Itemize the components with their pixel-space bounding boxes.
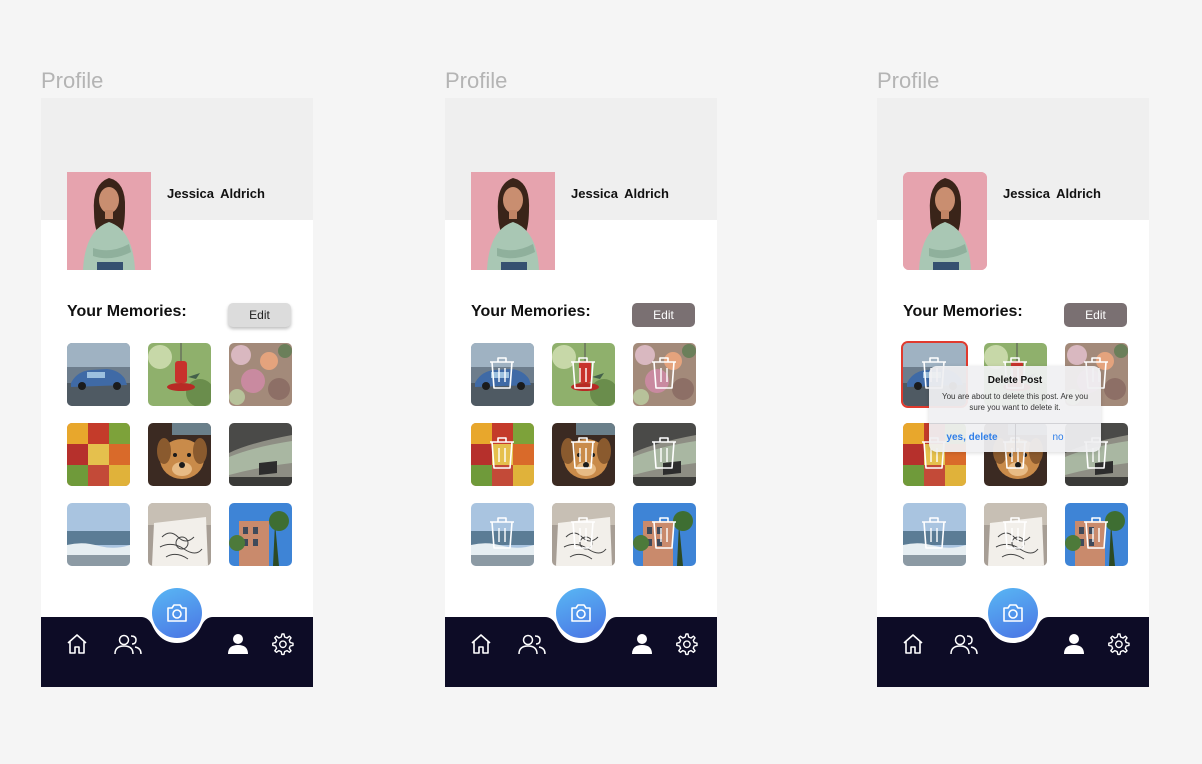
trash-icon — [652, 357, 676, 389]
profile-screen-edit-mode: Jessica Aldrich Your Memories: Edit — [445, 98, 717, 687]
settings-icon[interactable] — [270, 632, 294, 661]
trash-icon — [490, 517, 514, 549]
user-name: Jessica Aldrich — [1003, 186, 1101, 201]
edit-button[interactable]: Edit — [228, 303, 291, 327]
screen-label: Profile — [445, 68, 508, 93]
memory-tile-building[interactable] — [1065, 503, 1128, 566]
camera-icon — [167, 604, 187, 622]
trash-icon — [490, 357, 514, 389]
profile-icon[interactable] — [226, 632, 250, 661]
profile-icon[interactable] — [1062, 632, 1086, 661]
memory-tile-flowers[interactable] — [229, 343, 292, 406]
dialog-title: Delete Post — [987, 375, 1043, 386]
edit-button[interactable]: Edit — [632, 303, 695, 327]
trash-icon — [1003, 517, 1027, 549]
trash-icon — [571, 357, 595, 389]
memory-tile-flowers[interactable] — [633, 343, 696, 406]
memory-tile-ocean[interactable] — [471, 503, 534, 566]
memory-tile-dog[interactable] — [148, 423, 211, 486]
memories-title: Your Memories: — [67, 303, 187, 320]
memory-tile-hummingbird-feeder[interactable] — [552, 343, 615, 406]
user-name: Jessica Aldrich — [167, 186, 265, 201]
home-icon[interactable] — [469, 632, 493, 661]
camera-button[interactable] — [988, 588, 1038, 638]
camera-icon — [571, 604, 591, 622]
memory-tile-car[interactable] — [67, 343, 130, 406]
avatar — [903, 172, 987, 270]
avatar — [67, 172, 151, 270]
memory-tile-dog[interactable] — [552, 423, 615, 486]
screen-label: Profile — [877, 68, 940, 93]
trash-icon — [652, 517, 676, 549]
memory-tile-car-window[interactable] — [229, 423, 292, 486]
profile-screen-default: Jessica Aldrich Your Memories: Edit — [41, 98, 313, 687]
memory-tile-ocean[interactable] — [903, 503, 966, 566]
memory-tile-sketchbook[interactable] — [148, 503, 211, 566]
profile-icon[interactable] — [630, 632, 654, 661]
confirm-delete-button[interactable]: yes, delete — [929, 424, 1015, 452]
camera-button[interactable] — [152, 588, 202, 638]
memory-tile-building[interactable] — [633, 503, 696, 566]
memory-tile-sketchbook[interactable] — [984, 503, 1047, 566]
memory-tile-market-produce[interactable] — [471, 423, 534, 486]
camera-button[interactable] — [556, 588, 606, 638]
cancel-delete-button[interactable]: no — [1015, 424, 1101, 452]
trash-icon — [490, 437, 514, 469]
trash-icon — [571, 437, 595, 469]
edit-button[interactable]: Edit — [1064, 303, 1127, 327]
friends-icon[interactable] — [949, 632, 979, 661]
home-icon[interactable] — [901, 632, 925, 661]
memory-tile-car[interactable] — [471, 343, 534, 406]
memory-tile-car-window[interactable] — [633, 423, 696, 486]
dialog-message: You are about to delete this post. Are y… — [941, 392, 1089, 412]
memory-tile-ocean[interactable] — [67, 503, 130, 566]
camera-icon — [1003, 604, 1023, 622]
user-name: Jessica Aldrich — [571, 186, 669, 201]
memory-tile-market-produce[interactable] — [67, 423, 130, 486]
delete-post-dialog: Delete Post You are about to delete this… — [929, 366, 1101, 452]
memories-title: Your Memories: — [471, 303, 591, 320]
profile-screen-delete-dialog: Jessica Aldrich Your Memories: Edit Dele… — [877, 98, 1149, 687]
friends-icon[interactable] — [517, 632, 547, 661]
avatar — [471, 172, 555, 270]
settings-icon[interactable] — [1106, 632, 1130, 661]
friends-icon[interactable] — [113, 632, 143, 661]
trash-icon — [1084, 517, 1108, 549]
memory-tile-building[interactable] — [229, 503, 292, 566]
trash-icon — [571, 517, 595, 549]
home-icon[interactable] — [65, 632, 89, 661]
memory-tile-hummingbird-feeder[interactable] — [148, 343, 211, 406]
trash-icon — [652, 437, 676, 469]
memories-title: Your Memories: — [903, 303, 1023, 320]
screen-label: Profile — [41, 68, 104, 93]
memory-tile-sketchbook[interactable] — [552, 503, 615, 566]
settings-icon[interactable] — [674, 632, 698, 661]
trash-icon — [922, 517, 946, 549]
